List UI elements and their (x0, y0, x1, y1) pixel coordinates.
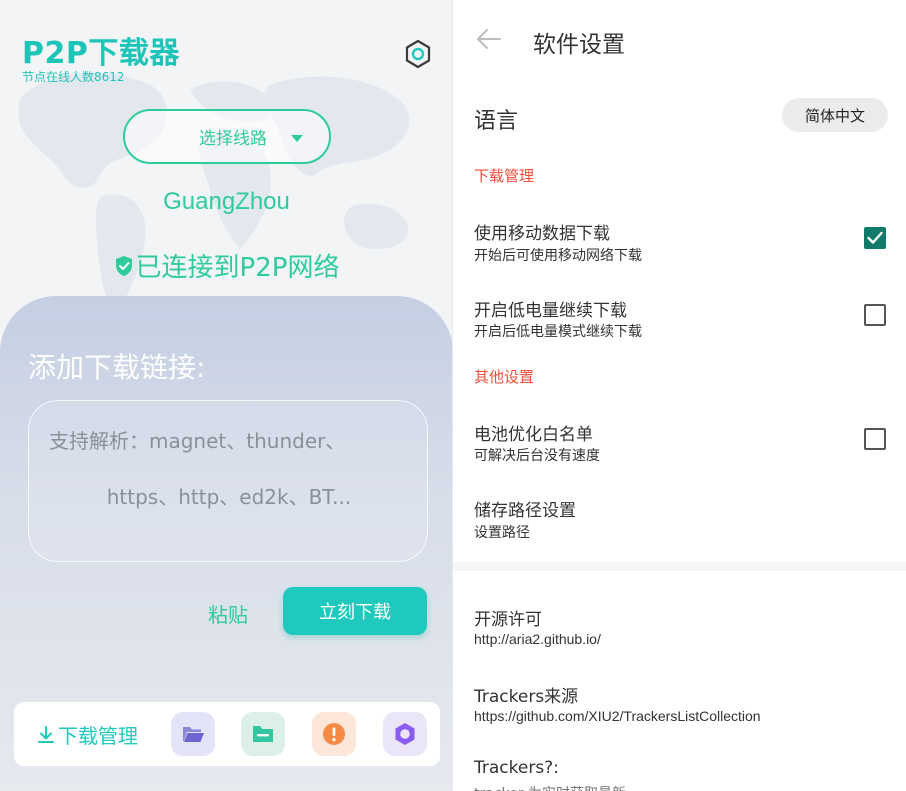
battery-whitelist-checkbox[interactable] (864, 428, 886, 450)
section-divider (453, 562, 906, 571)
alert-button[interactable] (312, 712, 356, 756)
open-folder-button[interactable] (171, 712, 215, 756)
about-link: http://aria2.github.io/ (474, 631, 601, 647)
location-label: GuangZhou (163, 188, 290, 215)
add-link-title: 添加下载链接: (28, 351, 206, 384)
main-screen: P2P下载器 节点在线人数8612 选择线路 GuangZhou 已连接到P2P… (0, 0, 453, 791)
page-title: 软件设置 (533, 32, 625, 58)
section-download-header: 下载管理 (474, 167, 535, 185)
ring-button[interactable] (383, 712, 427, 756)
setting-title: 电池优化白名单 (474, 425, 593, 445)
app-title: P2P下载器 (22, 36, 180, 71)
arrow-left-icon (477, 29, 501, 49)
folder-open-icon (183, 727, 204, 742)
checkmark-icon (867, 231, 883, 244)
setting-subtitle: 开始后可使用移动网络下载 (474, 248, 642, 264)
setting-subtitle: 设置路径 (474, 525, 530, 541)
link-placeholder-line1: 支持解析：magnet、thunder、 (49, 429, 346, 453)
mobile-data-checkbox[interactable] (864, 227, 886, 249)
back-button[interactable] (475, 26, 503, 56)
about-title: 开源许可 (474, 610, 542, 630)
section-other-header: 其他设置 (474, 368, 535, 386)
route-select-label: 选择线路 (199, 129, 267, 149)
setting-title: 使用移动数据下载 (474, 224, 610, 244)
setting-title: 储存路径设置 (474, 501, 576, 521)
download-manager-link[interactable]: 下载管理 (36, 720, 138, 749)
connection-status-text: 已连接到P2P网络 (135, 253, 340, 283)
link-placeholder-line2: https、http、ed2k、BT... (106, 485, 352, 509)
settings-hexagon-icon (405, 39, 431, 69)
download-link-input[interactable]: 支持解析：magnet、thunder、 https、http、ed2k、BT.… (28, 400, 428, 562)
about-link: https://github.com/XIU2/TrackersListColl… (474, 708, 761, 724)
about-title: Trackers?: (474, 758, 559, 778)
language-label: 语言 (474, 109, 519, 134)
folder-icon (253, 726, 273, 742)
low-battery-checkbox[interactable] (864, 304, 886, 326)
download-icon (36, 725, 56, 745)
exclamation-circle-icon (323, 723, 345, 745)
caret-down-icon (291, 135, 303, 142)
file-folder-button[interactable] (241, 712, 285, 756)
ring-icon (395, 723, 415, 745)
paste-button[interactable]: 粘贴 (208, 599, 248, 628)
connection-status: 已连接到P2P网络 (0, 247, 453, 284)
setting-subtitle: 可解决后台没有速度 (474, 448, 600, 464)
setting-title: 开启低电量继续下载 (474, 301, 627, 321)
settings-screen: 软件设置 语言 简体中文 下载管理 使用移动数据下载 开始后可使用移动网络下载 … (453, 0, 906, 791)
download-now-button[interactable]: 立刻下载 (283, 587, 427, 635)
about-title: Trackers来源 (474, 687, 579, 707)
download-manager-label: 下载管理 (58, 724, 138, 748)
language-select-button[interactable]: 简体中文 (782, 98, 888, 132)
bottom-toolbar: 下载管理 (14, 702, 440, 766)
shield-check-icon (114, 255, 134, 277)
settings-button[interactable] (402, 38, 434, 70)
about-subtitle: tracker 为实时获取最新 (474, 783, 626, 791)
setting-subtitle: 开启后低电量模式继续下载 (474, 324, 642, 340)
online-nodes-count: 节点在线人数8612 (22, 70, 125, 84)
route-select-dropdown[interactable]: 选择线路 (123, 109, 331, 164)
